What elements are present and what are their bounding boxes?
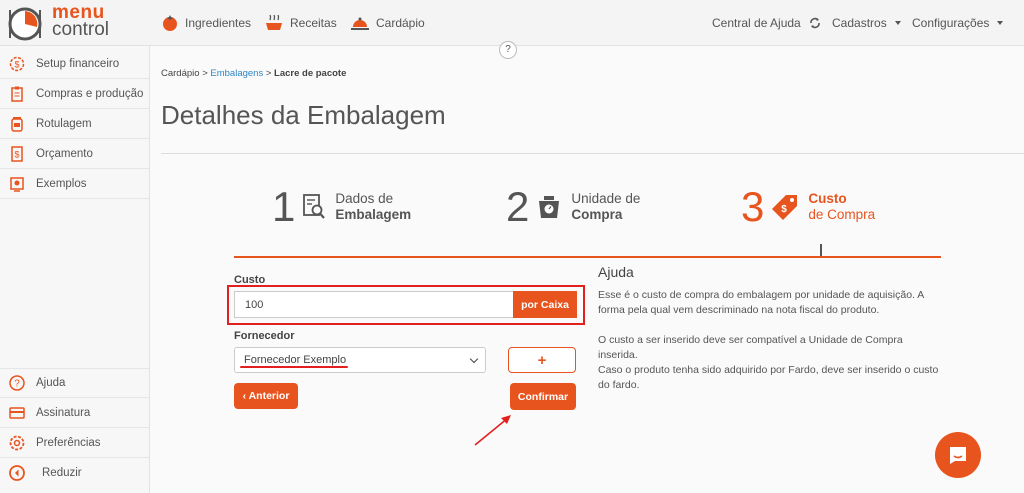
breadcrumb-embalagens[interactable]: Embalagens — [210, 68, 263, 79]
sidebar-item-rotulagem[interactable]: Rotulagem — [0, 109, 149, 139]
sidebar-item-reduzir[interactable]: Reduzir — [0, 458, 149, 488]
help-paragraph-1: Esse é o custo de compra do embalagem po… — [598, 289, 924, 316]
top-bar: menu control Ingredientes Receitas Cardá… — [0, 0, 1024, 46]
help-paragraph-2: O custo a ser inserido deve ser compatív… — [598, 334, 903, 361]
step-indicator-tick — [820, 244, 822, 256]
nav-ingredientes[interactable]: Ingredientes — [161, 0, 251, 46]
sidebar-item-label: Ajuda — [36, 377, 66, 389]
sidebar-item-label: Reduzir — [42, 467, 82, 479]
step-line2: de Compra — [808, 207, 876, 222]
help-center-label: Central de Ajuda — [712, 16, 801, 30]
gear-icon — [9, 435, 25, 450]
page-help-button[interactable]: ? — [499, 41, 517, 59]
logo-line2: control — [52, 19, 110, 40]
receipt-dollar-icon: $ — [11, 145, 23, 162]
step-number: 2 — [506, 183, 530, 230]
clipboard-icon — [11, 86, 23, 102]
sidebar-item-assinatura[interactable]: Assinatura — [0, 398, 149, 428]
configuracoes-label: Configurações — [912, 16, 990, 30]
step-line1: Unidade de — [571, 191, 641, 206]
help-center-link[interactable]: Central de Ajuda — [712, 0, 821, 46]
gear-dollar-icon: $ — [9, 56, 25, 71]
sidebar-item-preferencias[interactable]: Preferências — [0, 428, 149, 458]
sidebar-item-orcamento[interactable]: $ Orçamento — [0, 139, 149, 169]
card-icon — [9, 406, 25, 419]
scale-icon — [539, 196, 560, 218]
step-line2: Compra — [571, 207, 623, 222]
confirmar-button[interactable]: Confirmar — [510, 383, 576, 410]
breadcrumb: Cardápio > Embalagens > Lacre de pacote — [161, 68, 346, 79]
sidebar-item-label: Preferências — [36, 436, 101, 449]
svg-text:$: $ — [14, 149, 19, 159]
cadastros-label: Cadastros — [832, 16, 887, 30]
sidebar-item-setup-financeiro[interactable]: $ Setup financeiro — [0, 49, 149, 79]
price-tag-icon: $ — [772, 195, 798, 220]
configuracoes-menu[interactable]: Configurações — [912, 0, 1004, 46]
breadcrumb-sep: > — [263, 68, 275, 79]
logo-line1: menu — [52, 2, 105, 23]
chevron-down-icon — [469, 354, 479, 364]
tomato-icon — [163, 15, 177, 31]
help-title: Ajuda — [598, 264, 634, 280]
jar-icon — [11, 116, 23, 132]
svg-text:?: ? — [14, 379, 20, 390]
nav-receitas-label: Receitas — [290, 16, 337, 30]
cloche-icon — [351, 17, 369, 30]
step-progress-line — [234, 256, 941, 258]
step-2: 2 Unidade de Compra — [506, 186, 640, 228]
chevron-down-icon — [894, 21, 901, 25]
step-line1: Custo — [808, 191, 847, 206]
nav-cardapio-label: Cardápio — [376, 16, 425, 30]
sidebar-item-label: Setup financeiro — [36, 57, 120, 70]
logo[interactable]: menu control — [6, 2, 146, 42]
svg-text:$: $ — [14, 59, 19, 69]
sidebar-item-exemplos[interactable]: Exemplos — [0, 169, 149, 199]
add-fornecedor-button[interactable]: + — [508, 347, 576, 373]
sidebar-item-label: Orçamento — [36, 147, 93, 160]
breadcrumb-root[interactable]: Cardápio — [161, 68, 200, 79]
sidebar-item-label: Exemplos — [36, 177, 87, 190]
highlight-underline — [240, 366, 348, 368]
nav-receitas[interactable]: Receitas — [264, 0, 337, 46]
pot-icon — [266, 14, 282, 30]
fornecedor-selected: Fornecedor Exemplo — [244, 354, 347, 366]
collapse-icon — [9, 465, 25, 481]
chat-icon — [950, 447, 966, 464]
sidebar-item-compras[interactable]: Compras e produção — [0, 79, 149, 109]
step-line2: Embalagem — [335, 207, 412, 222]
sidebar-item-label: Compras e produção — [36, 87, 144, 100]
nav-ingredientes-label: Ingredientes — [185, 16, 252, 30]
sidebar-item-label: Rotulagem — [36, 117, 92, 130]
chat-launcher-button[interactable] — [935, 432, 981, 478]
refresh-icon — [809, 17, 820, 29]
step-number: 3 — [741, 183, 765, 230]
sidebar-item-ajuda[interactable]: ? Ajuda — [0, 368, 149, 398]
step-1: 1 Dados de Embalagem — [272, 186, 411, 228]
highlight-box — [227, 285, 585, 325]
nav-cardapio[interactable]: Cardápio — [350, 0, 425, 46]
fornecedor-label: Fornecedor — [234, 330, 295, 342]
breadcrumb-current: Lacre de pacote — [274, 68, 347, 79]
help-paragraph-3: Caso o produto tenha sido adquirido por … — [598, 364, 939, 391]
fornecedor-select[interactable]: Fornecedor Exemplo — [234, 347, 486, 373]
lightbulb-icon — [10, 176, 24, 192]
annotation-arrow-icon — [474, 415, 511, 446]
divider — [161, 153, 1024, 154]
breadcrumb-sep: > — [199, 68, 211, 79]
document-search-icon — [303, 194, 326, 219]
step-number: 1 — [272, 183, 296, 230]
anterior-button[interactable]: ‹ Anterior — [234, 383, 298, 409]
chevron-down-icon — [997, 21, 1004, 25]
page-title: Detalhes da Embalagem — [161, 100, 446, 130]
svg-text:$: $ — [782, 204, 788, 215]
plate-logo-icon — [8, 7, 42, 41]
step-line1: Dados de — [335, 191, 394, 206]
sidebar-item-label: Assinatura — [36, 406, 91, 419]
cadastros-menu[interactable]: Cadastros — [832, 0, 901, 46]
step-3: 3 $ Custo de Compra — [741, 186, 875, 228]
question-icon: ? — [9, 375, 25, 391]
sidebar: $ Setup financeiro Compras e produção Ro… — [0, 46, 150, 493]
